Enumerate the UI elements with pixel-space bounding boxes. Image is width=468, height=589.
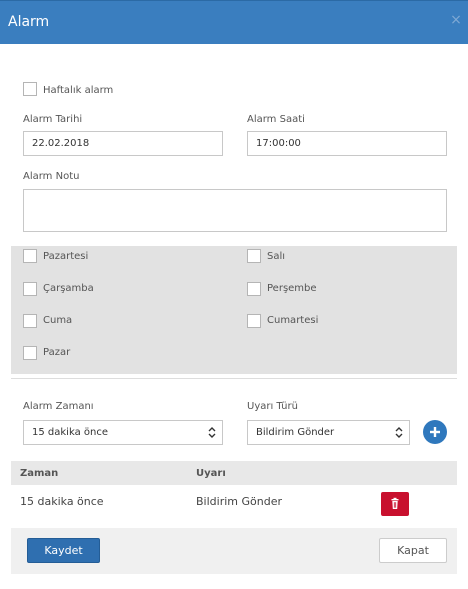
section-divider bbox=[11, 378, 457, 379]
alarm-note-textarea[interactable] bbox=[23, 189, 447, 232]
plus-icon bbox=[430, 427, 440, 437]
save-button[interactable]: Kaydet bbox=[27, 538, 100, 563]
dialog-title: Alarm bbox=[8, 14, 50, 30]
day-label-cumartesi: Cumartesi bbox=[267, 315, 319, 326]
warning-type-label: Uyarı Türü bbox=[247, 401, 298, 412]
day-checkbox-persembe[interactable] bbox=[247, 282, 261, 296]
add-warning-button[interactable] bbox=[423, 420, 447, 444]
column-header-zaman: Zaman bbox=[20, 468, 59, 479]
alarm-time-select[interactable]: 15 dakika önce bbox=[23, 420, 223, 445]
trash-icon bbox=[391, 497, 399, 509]
close-icon[interactable]: × bbox=[449, 13, 463, 27]
dialog-header: Alarm × bbox=[0, 0, 468, 44]
day-label-carsamba: Çarşamba bbox=[43, 283, 94, 294]
day-label-cuma: Cuma bbox=[43, 315, 73, 326]
day-checkbox-sali[interactable] bbox=[247, 249, 261, 263]
day-checkbox-cumartesi[interactable] bbox=[247, 314, 261, 328]
day-label-sali: Salı bbox=[267, 251, 286, 262]
alarm-date-label: Alarm Tarihi bbox=[23, 114, 83, 125]
day-checkbox-pazartesi[interactable] bbox=[23, 249, 37, 263]
weekly-alarm-checkbox[interactable] bbox=[23, 82, 37, 96]
warning-type-select[interactable]: Bildirim Gönder bbox=[247, 420, 410, 445]
alarm-note-label: Alarm Notu bbox=[23, 171, 80, 182]
day-checkbox-carsamba[interactable] bbox=[23, 282, 37, 296]
select-arrows-icon bbox=[208, 427, 216, 438]
delete-row-button[interactable] bbox=[381, 492, 409, 516]
cell-uyari: Bildirim Gönder bbox=[196, 495, 282, 508]
alarm-time-input[interactable] bbox=[247, 131, 447, 156]
day-label-pazartesi: Pazartesi bbox=[43, 251, 89, 262]
warnings-table-header: Zaman Uyarı bbox=[11, 461, 457, 485]
alarm-time-select-label: Alarm Zamanı bbox=[23, 401, 94, 412]
close-button[interactable]: Kapat bbox=[379, 538, 447, 563]
alarm-time-select-value: 15 dakika önce bbox=[32, 427, 108, 438]
day-label-pazar: Pazar bbox=[43, 347, 71, 358]
alarm-date-input[interactable] bbox=[23, 131, 223, 156]
day-label-persembe: Perşembe bbox=[267, 283, 317, 294]
day-checkbox-cuma[interactable] bbox=[23, 314, 37, 328]
cell-zaman: 15 dakika önce bbox=[20, 495, 104, 508]
select-arrows-icon bbox=[395, 427, 403, 438]
weekdays-panel bbox=[11, 246, 457, 374]
warning-type-select-value: Bildirim Gönder bbox=[256, 427, 335, 438]
day-checkbox-pazar[interactable] bbox=[23, 346, 37, 360]
alarm-time-label: Alarm Saati bbox=[247, 114, 305, 125]
weekly-alarm-label: Haftalık alarm bbox=[43, 85, 114, 96]
column-header-uyari: Uyarı bbox=[196, 468, 226, 479]
